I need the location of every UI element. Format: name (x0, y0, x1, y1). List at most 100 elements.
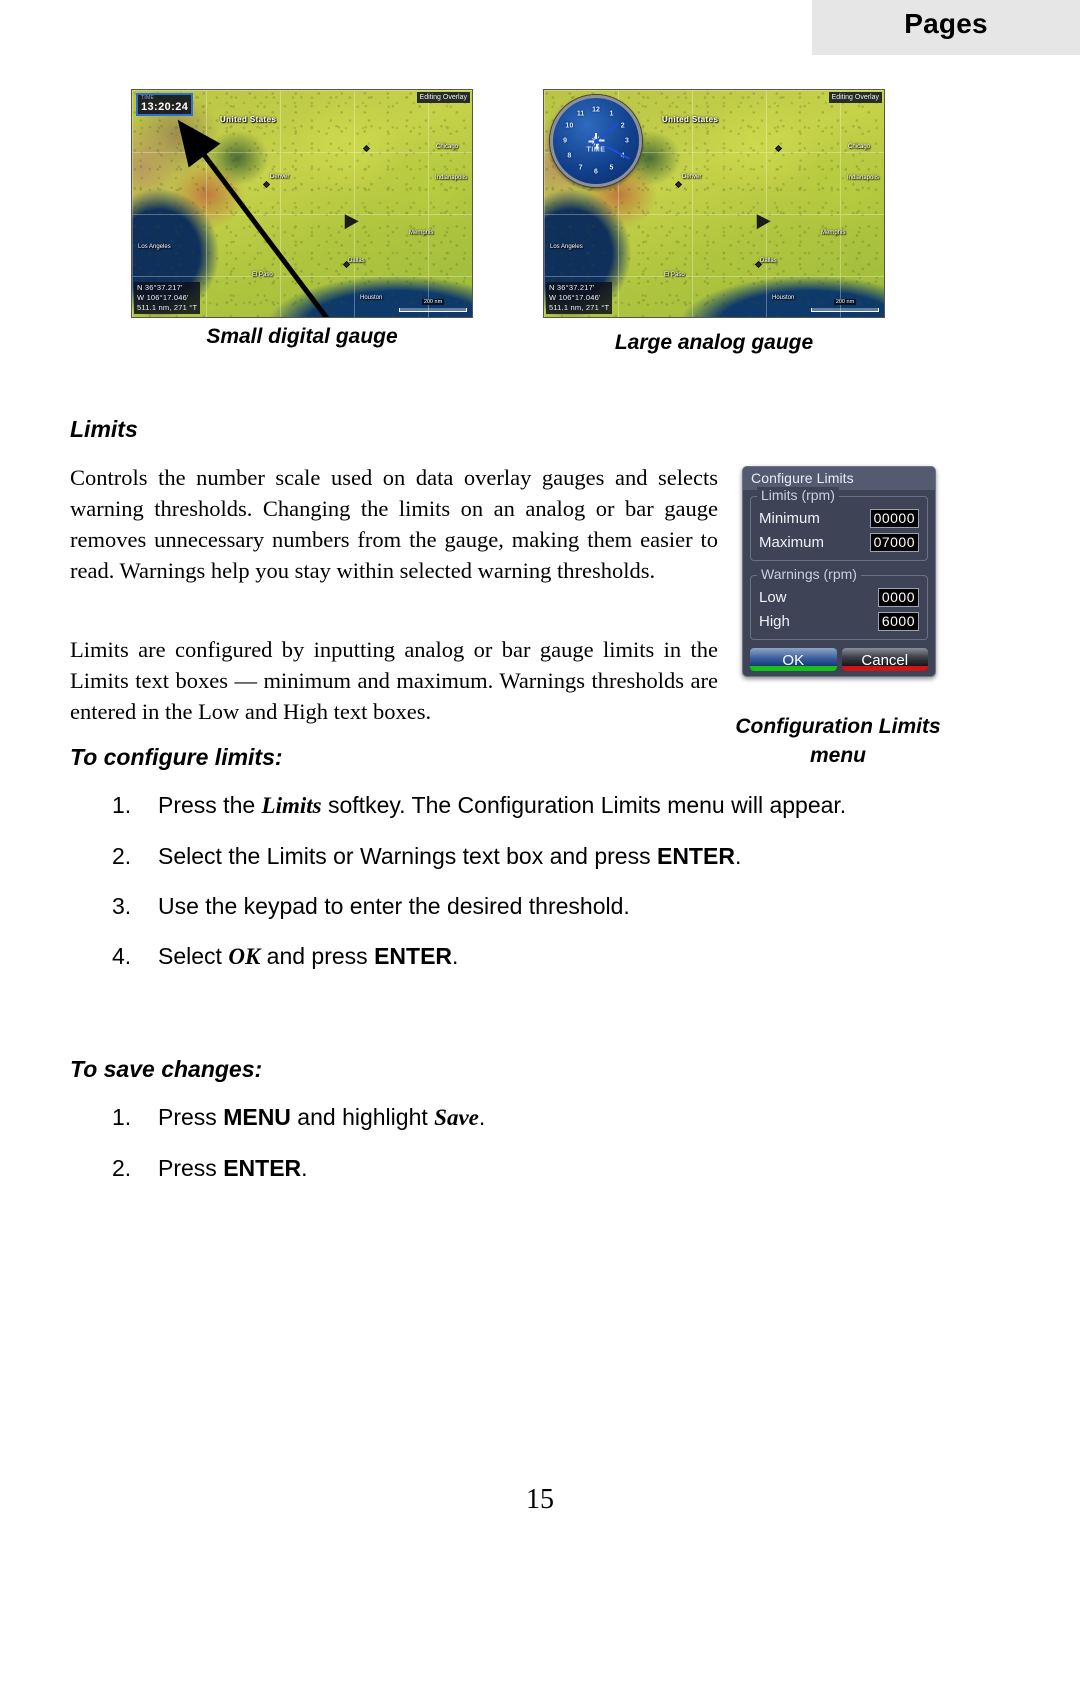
map-label-denver: Denver (682, 174, 702, 180)
map-label-indianapolis: Indianapolis (847, 175, 880, 181)
warnings-group-legend: Warnings (rpm) (757, 566, 861, 582)
map-scale-line (811, 308, 879, 312)
figure-small-digital-gauge: United States Chicago Indianapolis Denve… (131, 89, 473, 348)
step-text: Select OK and press ENTER. (158, 940, 937, 973)
map-label-country: United States (662, 115, 719, 124)
digital-gauge-overlay[interactable]: TIME 13:20:24 (136, 93, 194, 116)
step-text-emphasis: Limits (261, 793, 322, 818)
analog-num-6: 6 (594, 168, 598, 176)
step-text-pre: Press (158, 1104, 224, 1130)
map-label-el-paso: El Paso (252, 272, 273, 278)
step-number: 2. (112, 843, 132, 869)
step-text: Press ENTER. (158, 1152, 937, 1184)
map-label-dallas: Dallas (348, 258, 365, 264)
step-text-pre: Press (158, 1155, 224, 1181)
map-label-los-angeles: Los Angeles (138, 244, 171, 250)
procedure-heading-configure: To configure limits: (70, 744, 283, 770)
position-longitude: W 106°17.046' (549, 292, 601, 302)
low-label: Low (759, 589, 787, 606)
step-text-mid: and highlight (290, 1104, 435, 1130)
step-number: 3. (112, 893, 132, 919)
step-text-pre: Use the keypad to enter the desired thre… (158, 893, 630, 919)
map-label-denver: Denver (270, 174, 290, 180)
analog-num-3: 3 (625, 137, 629, 145)
position-bearing: 511.1 nm, 271 °T (549, 302, 610, 312)
step-text-post: . (734, 843, 742, 869)
position-longitude: W 106°17.046' (137, 292, 189, 302)
figure-caption-digital: Small digital gauge (206, 325, 398, 348)
configure-limits-dialog: Configure Limits Limits (rpm) Minimum 00… (742, 466, 936, 677)
map-label-indianapolis: Indianapolis (435, 175, 468, 181)
step-text-post: . (478, 1104, 486, 1130)
position-readout: N 36°37.217' W 106°17.046' 511.1 nm, 271… (134, 281, 201, 314)
editing-overlay-badge: Editing Overlay (828, 92, 882, 104)
limits-paragraph-1: Controls the number scale used on data o… (70, 465, 718, 583)
step-number: 4. (112, 943, 132, 969)
figure-caption-analog: Large analog gauge (614, 331, 814, 354)
field-row-maximum: Maximum 07000 (759, 533, 919, 552)
list-item: 2. Press ENTER. (112, 1152, 937, 1184)
map-label-houston: Houston (360, 295, 383, 301)
map-label-el-paso: El Paso (664, 272, 685, 278)
procedure-heading-save: To save changes: (70, 1056, 263, 1082)
editing-overlay-badge: Editing Overlay (416, 92, 470, 104)
cancel-button[interactable]: Cancel (841, 648, 928, 671)
warnings-group: Warnings (rpm) Low 0000 High 6000 (750, 566, 928, 640)
step-text: Use the keypad to enter the desired thre… (158, 890, 937, 922)
analog-hub (593, 138, 599, 144)
analog-num-9: 9 (563, 137, 567, 145)
analog-num-10: 10 (565, 122, 574, 130)
step-text-pre: Press the (158, 792, 262, 818)
ok-button[interactable]: OK (750, 648, 837, 671)
minimum-input[interactable]: 00000 (869, 509, 919, 528)
section-heading-limits: Limits (70, 416, 138, 442)
map-label-memphis: Memphis (409, 230, 434, 236)
figure-large-analog-gauge: United States Chicago Indianapolis Denve… (543, 89, 885, 354)
maximum-label: Maximum (759, 534, 825, 551)
analog-num-11: 11 (576, 110, 585, 118)
position-latitude: N 36°37.217' (549, 282, 595, 292)
high-input[interactable]: 6000 (877, 612, 919, 631)
step-text-emphasis: Save (434, 1105, 479, 1130)
step-text-key: MENU (223, 1104, 291, 1130)
low-input[interactable]: 0000 (877, 588, 919, 607)
step-text-key: ENTER (656, 843, 735, 869)
list-item: 1. Press the Limits softkey. The Configu… (112, 789, 937, 822)
map-label-los-angeles: Los Angeles (550, 244, 583, 250)
position-bearing: 511.1 nm, 271 °T (137, 302, 198, 312)
map-label-dallas: Dallas (760, 258, 777, 264)
map-label-memphis: Memphis (821, 230, 846, 236)
limits-group: Limits (rpm) Minimum 00000 Maximum 07000 (750, 487, 928, 561)
step-text-key: ENTER (374, 943, 453, 969)
map-scale-bar: 200 nm (811, 290, 879, 312)
step-text: Press the Limits softkey. The Configurat… (158, 789, 937, 822)
map-label-chicago: Chicago (436, 144, 459, 150)
analog-num-12: 12 (592, 106, 600, 114)
page-title: Pages (904, 8, 988, 39)
step-number: 2. (112, 1155, 132, 1181)
field-row-low: Low 0000 (759, 588, 919, 607)
map-label-country: United States (220, 115, 277, 124)
limits-group-legend: Limits (rpm) (757, 487, 839, 503)
high-label: High (759, 613, 790, 630)
list-item: 2. Select the Limits or Warnings text bo… (112, 840, 937, 872)
step-text: Press MENU and highlight Save. (158, 1101, 937, 1134)
step-text-post: . (452, 943, 459, 969)
procedure-steps-configure: 1. Press the Limits softkey. The Configu… (112, 789, 937, 991)
map-label-chicago: Chicago (848, 144, 871, 150)
dialog-button-row: OK Cancel (750, 648, 928, 671)
map-scale-line (399, 308, 467, 312)
digital-gauge-value: 13:20:24 (141, 101, 189, 113)
analog-num-1: 1 (609, 110, 614, 118)
minimum-label: Minimum (759, 510, 820, 527)
analog-gauge-overlay[interactable]: TIME 12 1 2 3 4 5 6 7 8 9 10 11 (550, 95, 642, 187)
list-item: 1. Press MENU and highlight Save. (112, 1101, 937, 1134)
analog-num-5: 5 (609, 164, 614, 172)
procedure-steps-save: 1. Press MENU and highlight Save. 2. Pre… (112, 1101, 937, 1202)
ok-button-accent (750, 666, 837, 671)
step-text-post: . (301, 1155, 308, 1181)
maximum-input[interactable]: 07000 (869, 533, 919, 552)
step-text-mid: and press (260, 943, 375, 969)
step-text-emphasis: OK (228, 944, 261, 969)
step-text: Select the Limits or Warnings text box a… (158, 840, 937, 872)
